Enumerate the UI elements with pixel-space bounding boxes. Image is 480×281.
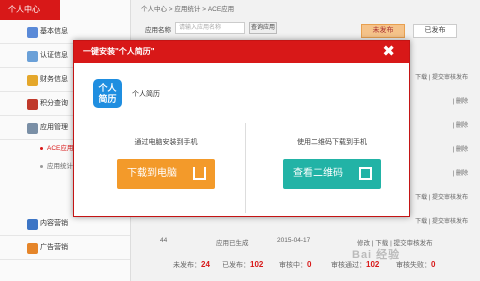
sidebar-item-label: 应用管理 xyxy=(40,124,68,131)
sidebar-item-icon xyxy=(27,123,38,134)
sidebar-item-label: 内容营销 xyxy=(40,220,68,227)
table-row: 44 应用已生成 2015-04-17 修改 | 下载 | 提交审核发布 xyxy=(131,232,480,250)
stat-label: 未发布： xyxy=(173,262,201,269)
search-button[interactable]: 查询应用 xyxy=(249,22,277,34)
row-actions[interactable]: | 删除 xyxy=(453,144,468,153)
sidebar-item-icon xyxy=(27,219,38,230)
download-to-pc-button[interactable]: 下载到电脑 xyxy=(117,159,215,189)
row-id: 44 xyxy=(160,237,168,244)
stat-value: 24 xyxy=(201,260,210,269)
sidebar-item-icon xyxy=(27,75,38,86)
bullet-icon xyxy=(40,146,43,150)
download-icon xyxy=(193,167,206,180)
stat-value: 0 xyxy=(431,260,436,269)
app-icon-text: 个人 简历 xyxy=(98,83,117,104)
row-actions[interactable]: 下载 | 提交审核发布 xyxy=(415,192,468,201)
sidebar-item-label: 积分查询 xyxy=(40,100,68,107)
stat-value: 102 xyxy=(250,260,264,269)
watermark: Bai 经验 xyxy=(352,249,401,261)
row-actions[interactable]: 下载 | 提交审核发布 xyxy=(415,72,468,81)
stat-label: 审核中： xyxy=(279,262,307,269)
row-actions[interactable]: 下载 | 提交审核发布 xyxy=(415,216,468,225)
search-label: 应用名称 xyxy=(145,27,171,34)
row-actions[interactable]: | 删除 xyxy=(453,120,468,129)
bullet-icon xyxy=(40,164,43,168)
sidebar-item-icon xyxy=(27,243,38,254)
sidebar-item-label: 财务信息 xyxy=(40,76,68,83)
tab-published[interactable]: 已发布 xyxy=(413,24,457,38)
close-icon[interactable]: ✖ xyxy=(382,44,395,60)
sidebar-title: 个人中心 xyxy=(0,0,60,20)
app-name: 个人简历 xyxy=(132,91,160,98)
sidebar-subitem-label: 应用统计 xyxy=(47,163,73,170)
sidebar-item-icon xyxy=(27,27,38,38)
pc-install-label: 通过电脑安装到手机 xyxy=(134,139,198,146)
sidebar-subitem-label: ACE应用 xyxy=(47,145,74,152)
breadcrumb: 个人中心 > 应用统计 > ACE应用 xyxy=(141,6,235,13)
row-actions[interactable]: | 删除 xyxy=(453,96,468,105)
row-date: 2015-04-17 xyxy=(277,237,311,244)
divider xyxy=(245,123,246,213)
qrcode-button-label: 查看二维码 xyxy=(293,168,343,179)
stat-label: 审核失败： xyxy=(396,262,431,269)
qr-install-label: 使用二维码下载到手机 xyxy=(297,139,367,146)
stat-value: 0 xyxy=(307,260,312,269)
install-dialog: 一键安装"个人简历" ✖ 个人 简历 个人简历 通过电脑安装到手机 使用二维码下… xyxy=(73,40,410,217)
stats-footer: 未发布：24 已发布：102 审核中：0 审核通过：102 审核失败：0 xyxy=(131,258,480,272)
sidebar-item-label: 广告营销 xyxy=(40,244,68,251)
search-input[interactable]: 请输入应用名称 xyxy=(175,22,245,34)
tab-unpublished[interactable]: 未发布 xyxy=(361,24,405,38)
stat-label: 审核通过： xyxy=(331,262,366,269)
sidebar-item-label: 基本信息 xyxy=(40,28,68,35)
download-button-label: 下载到电脑 xyxy=(127,168,177,179)
row-type: 应用已生成 xyxy=(216,240,249,247)
app-icon: 个人 简历 xyxy=(93,79,122,108)
sidebar-item-label: 认证信息 xyxy=(40,52,68,59)
view-qrcode-button[interactable]: 查看二维码 xyxy=(283,159,381,189)
row-actions[interactable]: | 删除 xyxy=(453,168,468,177)
dialog-title: 一键安装"个人简历" xyxy=(74,41,409,63)
stat-label: 已发布： xyxy=(222,262,250,269)
sidebar-item-icon xyxy=(27,51,38,62)
qrcode-icon xyxy=(359,167,372,180)
sidebar-item[interactable]: 广告营销 xyxy=(0,236,130,260)
sidebar-item-icon xyxy=(27,99,38,110)
